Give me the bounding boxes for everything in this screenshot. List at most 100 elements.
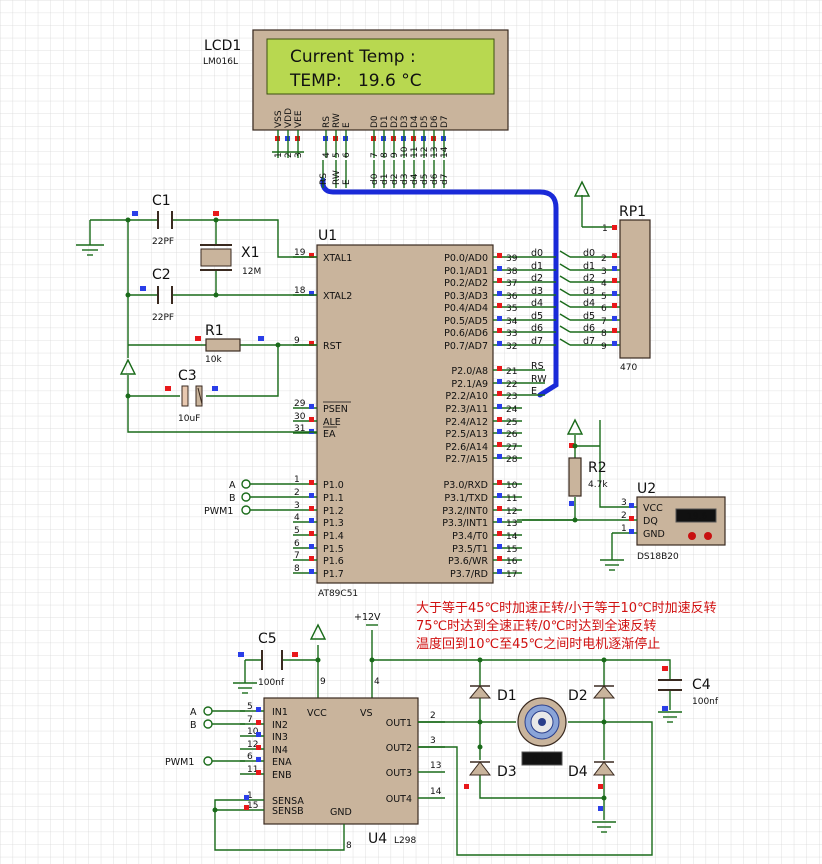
c1-value: 22PF — [152, 237, 174, 247]
rp1-net-d2: d2 — [583, 273, 595, 284]
u1-pin-num-17: 17 — [506, 570, 517, 580]
u1-pin-p01ad1: P0.1/AD1 — [444, 266, 488, 277]
u1-pin-p32int0: P3.2/INT0 — [442, 506, 488, 517]
rp1-pin-9: 9 — [601, 342, 607, 352]
u1-pin-p17: P1.7 — [323, 569, 344, 580]
u1-pin-p05ad5: P0.5/AD5 — [444, 316, 488, 327]
d4-label: D4 — [568, 764, 588, 780]
u1-pin-p27a15: P2.7/A15 — [445, 454, 488, 465]
motor-reading: 0.00 — [532, 755, 552, 765]
r1-value: 10k — [205, 355, 222, 365]
u1-pin-num-25: 25 — [506, 418, 517, 428]
svg-text:9: 9 — [320, 677, 326, 687]
u4-pin-in2: IN2 — [272, 720, 288, 731]
svg-text:2: 2 — [284, 152, 294, 158]
svg-text:3: 3 — [294, 152, 304, 158]
u1-pin-num-4: 4 — [294, 513, 300, 523]
u1-pin-p25a13: P2.5/A13 — [445, 429, 488, 440]
u1-pin-p16: P1.6 — [323, 556, 344, 567]
c4-ref: C4 — [692, 677, 711, 693]
u1-pin-num-11: 11 — [506, 494, 517, 504]
u1-pin-num-33: 33 — [506, 329, 517, 339]
u4-pin-ena: ENA — [272, 757, 292, 768]
x1-value: 12M — [242, 267, 261, 277]
u2-pin-dq: DQ — [643, 516, 658, 527]
bus-label-d3: d3 — [400, 174, 410, 185]
svg-text:VCC: VCC — [307, 708, 327, 719]
u1-pin-p04ad4: P0.4/AD4 — [444, 303, 488, 314]
lcd-pin-d6: D6 — [430, 115, 440, 128]
r1-ref: R1 — [205, 323, 224, 339]
lcd-pin-d3: D3 — [400, 115, 410, 128]
u1-pin-xtal2: XTAL2 — [323, 291, 352, 302]
u1-pin-num-26: 26 — [506, 430, 518, 440]
rp1-pin-7: 7 — [601, 317, 607, 327]
lcd-model: LM016L — [203, 57, 238, 67]
lcd-pin-d0: D0 — [370, 115, 380, 128]
r2-ref: R2 — [588, 460, 607, 476]
bus-label-d6: d6 — [430, 173, 440, 185]
u1-pin-num-22: 22 — [506, 380, 517, 390]
d2-label: D2 — [568, 688, 588, 704]
svg-text:10: 10 — [400, 146, 410, 158]
u1-pin-num-24: 24 — [506, 405, 518, 415]
u1-pin-num-7: 7 — [294, 551, 300, 561]
u1-pin-num-2: 2 — [294, 488, 300, 498]
rp1-body — [619, 219, 651, 359]
lcd-pin-vee: VEE — [294, 110, 304, 128]
dc-motor[interactable]: 0.00 — [517, 697, 567, 766]
u4-ref: U4 — [368, 831, 387, 847]
u1-pin-p14: P1.4 — [323, 531, 344, 542]
u1-pin-num-27: 27 — [506, 443, 517, 453]
u1-pin-p07ad7: P0.7/AD7 — [444, 341, 488, 352]
lcd-pin-vss: VSS — [274, 110, 284, 128]
u2-pin-num-2: 2 — [621, 511, 627, 521]
u1-pin-num-23: 23 — [506, 392, 517, 402]
lcd-pin-e: E — [342, 122, 352, 128]
u1-pin-num-21: 21 — [506, 367, 517, 377]
u1-pin-p13: P1.3 — [323, 518, 344, 529]
rp1-ref: RP1 — [619, 204, 646, 220]
u1-pin-p22a10: P2.2/A10 — [445, 391, 488, 402]
u4-pin-in1: IN1 — [272, 707, 288, 718]
u1-pin-p24a12: P2.4/A12 — [445, 417, 488, 428]
lcd-pin-d7: D7 — [440, 115, 450, 128]
rp1-pin-5: 5 — [601, 292, 607, 302]
u1-pin-rst: RST — [323, 341, 342, 352]
svg-text:13: 13 — [430, 147, 440, 158]
svg-text:VS: VS — [360, 708, 373, 719]
bus-label-rw: RW — [332, 170, 342, 185]
u4-pin-num-14: 14 — [430, 787, 442, 797]
u4-pin-out2: OUT2 — [386, 743, 412, 754]
u4-net-b: B — [190, 720, 197, 731]
schematic-canvas: LCD1 LM016L Current Temp : TEMP: 19.6 °C… — [0, 0, 822, 864]
net-label-a: A — [229, 480, 236, 491]
u1-pin-num-6: 6 — [294, 539, 300, 549]
u1-pin-p02ad2: P0.2/AD2 — [444, 278, 488, 289]
bus-label-e: E — [342, 179, 352, 185]
u1-pin-num-3: 3 — [294, 501, 300, 511]
lcd-pin-vdd: VDD — [284, 108, 294, 128]
u4-pin-sensb: SENSB — [272, 806, 304, 817]
u1-pin-p06ad6: P0.6/AD6 — [444, 328, 488, 339]
c5-value: 100nf — [258, 678, 285, 688]
u1-pin-num-12: 12 — [506, 507, 517, 517]
bus-label-d1: d1 — [380, 174, 390, 185]
u1-pin-num-39: 39 — [506, 254, 518, 264]
u2-pin-gnd: GND — [643, 529, 665, 540]
u1-pin-p21a9: P2.1/A9 — [451, 379, 488, 390]
u1-pin-num-1: 1 — [294, 475, 300, 485]
lcd-pin-d5: D5 — [420, 115, 430, 128]
u4-pin-num-6: 6 — [247, 752, 253, 762]
u1-pin-ea: EA — [323, 429, 336, 440]
x1-ref: X1 — [241, 245, 260, 261]
u1-pin-p15: P1.5 — [323, 544, 344, 555]
u4-pin-num-3: 3 — [430, 736, 436, 746]
u1-pin-num-16: 16 — [506, 557, 518, 567]
u1-pin-p03ad3: P0.3/AD3 — [444, 291, 488, 302]
u1-pin-num-30: 30 — [294, 412, 306, 422]
u1-pin-num-37: 37 — [506, 279, 517, 289]
u2-ref: U2 — [637, 481, 656, 497]
lcd-pin-rs: RS — [322, 116, 332, 128]
u2-pin-num-3: 3 — [621, 498, 627, 508]
